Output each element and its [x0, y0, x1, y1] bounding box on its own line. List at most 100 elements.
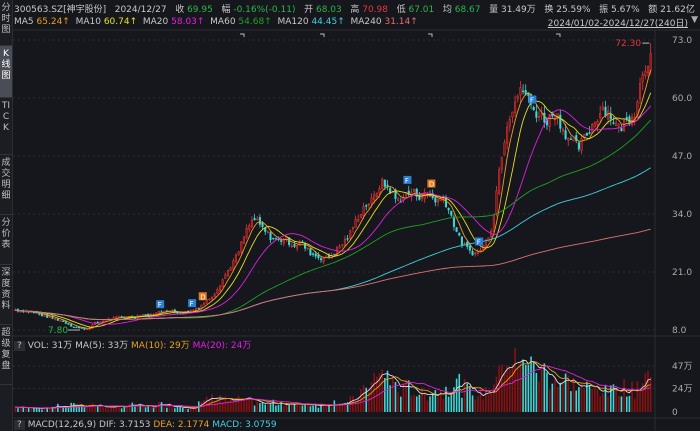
volume-bar	[104, 408, 107, 412]
candle-body	[274, 238, 277, 240]
candle-body	[455, 227, 458, 232]
candle-body	[210, 296, 214, 300]
candle-body	[349, 230, 352, 239]
price-tick: 73.0	[672, 36, 692, 46]
volume-bar	[309, 406, 312, 412]
candle-body	[258, 217, 261, 225]
volume-bar	[33, 408, 35, 412]
candle-body	[304, 243, 307, 249]
volume-bar	[431, 393, 434, 412]
volume-bar	[269, 404, 272, 412]
volume-bar	[160, 402, 163, 412]
candle-body	[359, 214, 362, 219]
volume-bar	[447, 396, 450, 412]
volume-bar	[189, 408, 192, 412]
volume-bar	[527, 364, 530, 412]
volume-bar	[628, 395, 631, 412]
candle-body	[242, 236, 245, 244]
event-flag-icon	[556, 33, 561, 37]
volume-bar	[176, 406, 179, 412]
volume-bar	[35, 408, 38, 412]
kline-chart[interactable]: 73.060.047.034.021.08.047万24万0F FDFFDF72.…	[0, 0, 700, 431]
volume-bar	[213, 401, 216, 412]
volume-bar	[516, 367, 519, 412]
volume-bar	[325, 405, 328, 412]
candle-body	[234, 254, 238, 262]
volume-bar	[538, 381, 540, 412]
volume-bar	[397, 392, 399, 412]
volume-bar	[477, 396, 479, 412]
volume-bar	[328, 405, 330, 412]
volume-bar	[647, 370, 649, 412]
candle-body	[269, 232, 272, 241]
volume-bar	[150, 407, 152, 412]
candle-body	[327, 255, 331, 258]
candle-body	[479, 249, 482, 252]
price-tick: 34.0	[672, 210, 692, 220]
candle-body	[604, 106, 607, 117]
candle-body	[38, 313, 41, 315]
candle-body	[646, 66, 650, 73]
candle-body	[378, 188, 381, 194]
volume-bar	[639, 391, 641, 412]
volume-bar	[399, 396, 402, 412]
volume-bar	[426, 400, 429, 412]
volume-bar	[107, 408, 110, 412]
candle-body	[224, 274, 227, 279]
volume-bar	[171, 407, 173, 412]
candle-body	[397, 198, 400, 201]
volume-bar	[30, 408, 33, 412]
help-icon[interactable]: ?	[14, 420, 25, 430]
volume-bar	[532, 361, 535, 412]
volume-bar	[625, 396, 628, 412]
candle-body	[588, 132, 591, 134]
candle-body	[338, 246, 341, 249]
candle-body	[569, 138, 572, 140]
marker-label: D	[429, 181, 434, 189]
volume-bar	[575, 390, 578, 412]
marker-label: F	[530, 97, 534, 105]
volume-bar	[131, 402, 134, 412]
volume-bar	[487, 394, 490, 412]
candle-body	[580, 138, 583, 151]
volume-bar	[144, 407, 147, 412]
candle-body	[314, 253, 317, 257]
volume-bar	[578, 387, 580, 412]
volume-bar	[91, 403, 94, 412]
volume-bar	[232, 402, 235, 412]
ma20-line	[15, 105, 652, 325]
volume-bar	[261, 402, 264, 412]
candle-body	[434, 197, 437, 203]
volume-bar	[67, 407, 70, 412]
candle-body	[192, 309, 195, 312]
candle-body	[99, 321, 102, 323]
volume-bar	[330, 406, 333, 412]
candle-body	[612, 122, 615, 124]
candle-body	[112, 317, 115, 320]
volume-bar	[128, 403, 131, 412]
volume-bar	[493, 384, 495, 412]
macd-dea: DEA: 2.1774	[153, 420, 210, 430]
candle-body	[346, 238, 349, 240]
volume-bar	[163, 407, 165, 412]
candle-body	[272, 237, 275, 240]
candle-body	[386, 184, 389, 187]
volume-bar	[259, 403, 261, 412]
candle-body	[322, 258, 325, 262]
candle-body	[373, 194, 376, 201]
candle-body	[115, 316, 118, 319]
candle-body	[506, 126, 509, 144]
volume-tick: 0	[672, 408, 678, 418]
candle-body	[280, 240, 283, 242]
volume-bar	[152, 407, 155, 412]
candle-body	[500, 157, 503, 170]
help-icon[interactable]: ?	[14, 341, 25, 351]
volume-bar	[453, 387, 455, 412]
candle-body	[383, 179, 386, 187]
candle-body	[370, 197, 373, 204]
volume-bar	[554, 379, 556, 412]
candle-body	[474, 252, 477, 255]
macd-value: MACD: 3.0759	[212, 420, 277, 430]
volume-bar	[511, 364, 514, 412]
volume-bar	[134, 406, 136, 412]
